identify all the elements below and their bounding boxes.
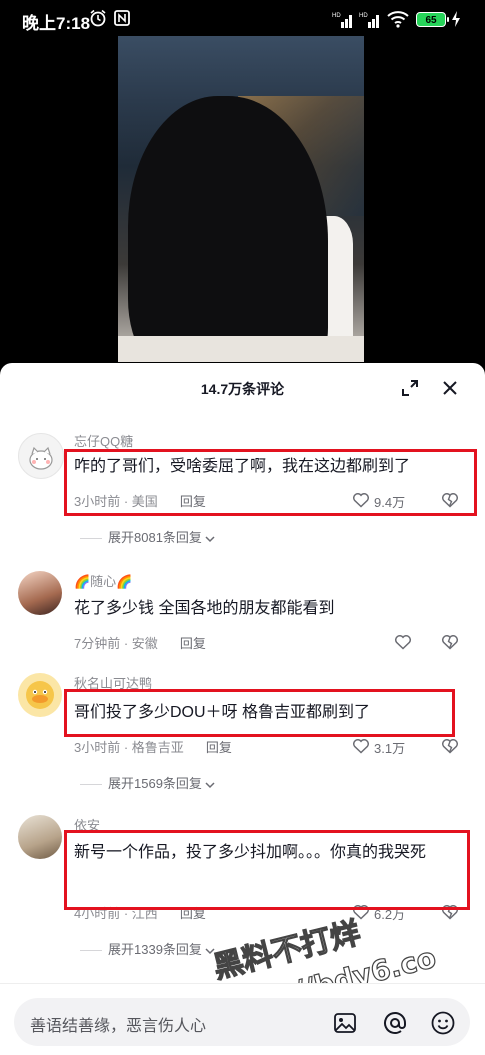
heart-icon <box>352 739 370 754</box>
duck-avatar-icon <box>26 681 54 709</box>
highlight-box <box>64 449 477 516</box>
highlight-box <box>64 830 470 910</box>
reply-button[interactable]: 回复 <box>206 740 232 755</box>
avatar[interactable] <box>18 815 62 859</box>
like-button[interactable] <box>394 632 414 652</box>
expand-replies-label: 展开1339条回复 <box>108 942 202 957</box>
wifi-icon <box>387 11 409 28</box>
alarm-icon <box>90 9 106 27</box>
svg-text:HD: HD <box>332 13 341 19</box>
comment-input-placeholder[interactable]: 善语结善缘，恶言伤人心 <box>30 1012 206 1036</box>
comment-input-bar: 善语结善缘，恶言伤人心 <box>0 983 485 1055</box>
status-time: 晚上7:18 <box>22 14 91 33</box>
image-icon[interactable] <box>332 1010 358 1036</box>
expand-replies-button[interactable]: 展开1339条回复 <box>80 939 216 958</box>
avatar[interactable] <box>18 673 62 717</box>
avatar[interactable] <box>18 433 64 479</box>
comment-meta: 7分钟前 · 安徽 回复 <box>74 636 206 651</box>
charging-icon <box>452 11 460 27</box>
chevron-down-icon <box>205 536 215 542</box>
expand-replies-button[interactable]: 展开1569条回复 <box>80 773 216 792</box>
comments-sheet: 14.7万条评论 忘仔QQ糖 咋的了哥们，受啥委屈了啊，我在这边都刷到了 3小时… <box>0 363 485 1054</box>
battery-indicator: 65 <box>416 12 449 27</box>
expand-replies-label: 展开1569条回复 <box>108 776 202 791</box>
chevron-down-icon <box>205 782 215 788</box>
signal-icon: HD <box>332 13 352 28</box>
reply-button[interactable]: 回复 <box>180 636 206 651</box>
comment-input[interactable]: 善语结善缘，恶言伤人心 <box>14 998 470 1046</box>
like-count: 3.1万 <box>374 741 406 756</box>
comment-text: 花了多少钱 全国各地的朋友都能看到 <box>74 600 335 617</box>
broken-heart-icon[interactable] <box>441 633 459 651</box>
comment-time: 3小时前 <box>74 740 121 755</box>
nfc-icon <box>114 10 130 26</box>
chevron-down-icon <box>205 948 215 954</box>
emoji-icon[interactable] <box>430 1010 456 1036</box>
video-preview[interactable] <box>118 36 364 362</box>
expand-icon[interactable] <box>402 380 418 396</box>
comment-meta: 3小时前 · 格鲁吉亚 回复 <box>74 740 232 755</box>
svg-text:HD: HD <box>359 13 368 19</box>
cat-avatar-icon <box>29 446 53 470</box>
heart-icon <box>394 635 412 650</box>
avatar[interactable] <box>18 571 62 615</box>
comment-username[interactable]: 🌈随心🌈 <box>74 571 132 590</box>
mention-icon[interactable] <box>382 1010 408 1036</box>
comment-username[interactable]: 忘仔QQ糖 <box>74 431 133 450</box>
comment-time: 7分钟前 <box>74 636 121 651</box>
broken-heart-icon[interactable] <box>441 737 459 755</box>
comment-location: 格鲁吉亚 <box>131 740 184 755</box>
like-button[interactable]: 3.1万 <box>352 736 422 756</box>
video-bed <box>118 336 364 362</box>
highlight-box <box>64 689 455 737</box>
expand-replies-label: 展开8081条回复 <box>108 530 202 545</box>
comment-location: 安徽 <box>131 636 158 651</box>
status-bar: 晚上7:18 HD HD 65 <box>0 0 485 40</box>
expand-replies-button[interactable]: 展开8081条回复 <box>80 527 216 546</box>
signal-icon-2: HD <box>359 13 379 28</box>
close-icon[interactable] <box>442 380 458 396</box>
